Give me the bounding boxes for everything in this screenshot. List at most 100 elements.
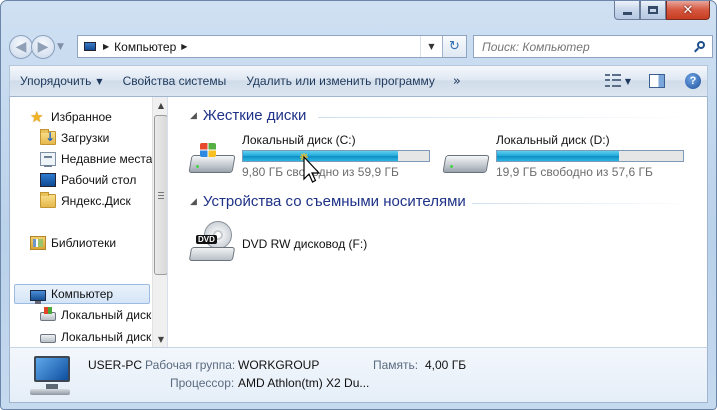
scrollbar-thumb[interactable] bbox=[154, 115, 167, 275]
search-icon[interactable] bbox=[694, 40, 706, 53]
nav-item-local-disk-d[interactable]: Локальный диск bbox=[40, 327, 151, 347]
back-button[interactable]: ◀ bbox=[9, 35, 33, 59]
minimize-icon bbox=[622, 11, 632, 15]
minimize-button[interactable] bbox=[614, 1, 640, 20]
forward-button[interactable]: ▶ bbox=[31, 35, 55, 59]
memory-value: 4,00 ГБ bbox=[425, 358, 467, 372]
system-properties-button[interactable]: Свойства системы bbox=[113, 66, 237, 96]
nav-label: Недавние места bbox=[61, 152, 153, 166]
dvd-badge: DVD bbox=[196, 235, 217, 244]
close-icon: ✕ bbox=[682, 2, 694, 18]
command-bar: Упорядочить ▼ Свойства системы Удалить ил… bbox=[9, 65, 708, 97]
drive-usage-bar bbox=[242, 150, 430, 162]
main-pane: ◢ Жесткие диски Локальный диск (C:) 9,80… bbox=[170, 97, 707, 347]
libraries-icon bbox=[30, 236, 46, 250]
nav-label: Локальный диск bbox=[61, 330, 152, 344]
recent-pages-dropdown[interactable]: ▼ bbox=[57, 42, 64, 52]
scroll-up-arrow-icon[interactable]: ▲ bbox=[153, 97, 167, 113]
group-title-label: Устройства со съемными носителями bbox=[202, 193, 466, 210]
recent-places-icon bbox=[40, 152, 56, 167]
uninstall-program-button[interactable]: Удалить или изменить программу bbox=[236, 66, 445, 96]
pc-name: USER-PC bbox=[88, 358, 143, 372]
drive-tile-dvd[interactable]: DVD DVD RW дисковод (F:) bbox=[188, 217, 410, 269]
collapse-triangle-icon: ◢ bbox=[190, 196, 197, 207]
nav-label: Локальный диск bbox=[61, 308, 152, 322]
close-button[interactable]: ✕ bbox=[666, 1, 710, 20]
drive-icon bbox=[40, 334, 56, 343]
dvd-drive-icon: DVD bbox=[188, 221, 236, 263]
cpu-label: Процессор: bbox=[170, 376, 235, 390]
scroll-down-arrow-icon[interactable]: ▼ bbox=[153, 331, 167, 347]
explorer-window: ✕ ◀ ▶ ▼ ▶ Компьютер ▶ ▼ ↻ Упорядочить ▼ С… bbox=[0, 0, 717, 410]
chevron-down-icon: ▼ bbox=[96, 76, 103, 86]
preview-pane-icon[interactable] bbox=[649, 74, 665, 88]
refresh-icon: ↻ bbox=[449, 39, 460, 54]
yandex-disk-folder-icon bbox=[40, 192, 56, 208]
nav-pane-scrollbar[interactable]: ▲ ▼ bbox=[152, 97, 167, 347]
group-title-label: Жесткие диски bbox=[202, 107, 307, 124]
drive-usage-bar bbox=[496, 150, 684, 162]
nav-item-desktop[interactable]: Рабочий стол bbox=[40, 170, 136, 190]
refresh-button[interactable]: ↻ bbox=[442, 36, 466, 57]
drive-icon bbox=[442, 143, 490, 173]
cpu-value: AMD Athlon(tm) X2 Du... bbox=[238, 376, 370, 390]
drive-free-space: 19,9 ГБ свободно из 57,6 ГБ bbox=[496, 165, 653, 179]
nav-label: Компьютер bbox=[51, 287, 114, 301]
toolbar-right-group: ▼ ? bbox=[604, 73, 707, 89]
breadcrumb-chevron-icon[interactable]: ▶ bbox=[181, 42, 187, 51]
drive-tile-d[interactable]: Локальный диск (D:) 19,9 ГБ свободно из … bbox=[442, 133, 694, 185]
desktop-icon bbox=[40, 173, 56, 187]
organize-label: Упорядочить bbox=[20, 74, 92, 88]
breadcrumb-separator-icon[interactable]: ▶ bbox=[103, 42, 109, 51]
memory-label: Память: bbox=[373, 358, 419, 372]
address-history-dropdown[interactable]: ▼ bbox=[420, 36, 442, 57]
organize-menu[interactable]: Упорядочить ▼ bbox=[10, 66, 113, 96]
system-drive-icon bbox=[188, 143, 236, 173]
search-input[interactable] bbox=[482, 39, 682, 54]
group-removable-devices[interactable]: ◢ Устройства со съемными носителями bbox=[190, 193, 466, 210]
workgroup-value: WORKGROUP bbox=[238, 358, 320, 372]
search-box[interactable] bbox=[473, 35, 713, 58]
group-hard-disks[interactable]: ◢ Жесткие диски bbox=[190, 107, 306, 124]
star-icon: ★ bbox=[30, 108, 44, 126]
nav-item-computer[interactable]: Компьютер bbox=[14, 284, 150, 304]
forward-arrow-icon: ▶ bbox=[37, 39, 49, 55]
nav-item-favorites[interactable]: ★ Избранное bbox=[30, 107, 112, 127]
help-icon[interactable]: ? bbox=[685, 73, 701, 89]
view-options-dropdown[interactable]: ▼ bbox=[625, 77, 631, 86]
caption-buttons: ✕ bbox=[614, 1, 710, 21]
nav-item-libraries[interactable]: Библиотеки bbox=[30, 233, 116, 253]
change-view-icon[interactable] bbox=[604, 74, 621, 88]
drive-name: DVD RW дисковод (F:) bbox=[242, 237, 368, 251]
maximize-icon bbox=[648, 6, 658, 14]
downloads-folder-icon bbox=[40, 129, 56, 145]
nav-label: Библиотеки bbox=[51, 236, 117, 250]
content-area: ★ Избранное Загрузки Недавние места Рабо… bbox=[9, 97, 708, 347]
details-pane: USER-PC Рабочая группа: WORKGROUP Память… bbox=[9, 347, 708, 403]
address-bar[interactable]: ▶ Компьютер ▶ ▼ ↻ bbox=[77, 35, 467, 58]
computer-icon bbox=[26, 354, 74, 398]
navigation-row: ◀ ▶ ▼ ▶ Компьютер ▶ ▼ ↻ bbox=[9, 33, 713, 61]
breadcrumb-computer[interactable]: Компьютер bbox=[114, 40, 176, 54]
nav-label: Избранное bbox=[51, 110, 112, 124]
nav-item-yandex-disk[interactable]: Яндекс.Диск bbox=[40, 191, 131, 211]
drive-name: Локальный диск (D:) bbox=[496, 133, 610, 147]
nav-label: Загрузки bbox=[61, 131, 110, 145]
nav-item-downloads[interactable]: Загрузки bbox=[40, 128, 109, 148]
nav-label: Яндекс.Диск bbox=[61, 194, 131, 208]
system-drive-icon bbox=[40, 307, 56, 321]
nav-item-local-disk-c[interactable]: Локальный диск bbox=[40, 305, 151, 325]
collapse-triangle-icon: ◢ bbox=[190, 110, 197, 121]
navigation-pane: ★ Избранное Загрузки Недавние места Рабо… bbox=[10, 97, 168, 347]
maximize-button[interactable] bbox=[640, 1, 666, 20]
more-commands-button[interactable]: » bbox=[445, 74, 469, 89]
workgroup-label: Рабочая группа: bbox=[145, 358, 236, 372]
nav-label: Рабочий стол bbox=[61, 173, 137, 187]
drive-name: Локальный диск (C:) bbox=[242, 133, 356, 147]
nav-item-recent-places[interactable]: Недавние места bbox=[40, 149, 152, 169]
back-arrow-icon: ◀ bbox=[15, 39, 27, 55]
mouse-cursor-icon bbox=[300, 153, 321, 183]
drive-usage-fill bbox=[497, 151, 619, 161]
computer-icon bbox=[30, 289, 46, 304]
computer-icon bbox=[82, 40, 98, 54]
